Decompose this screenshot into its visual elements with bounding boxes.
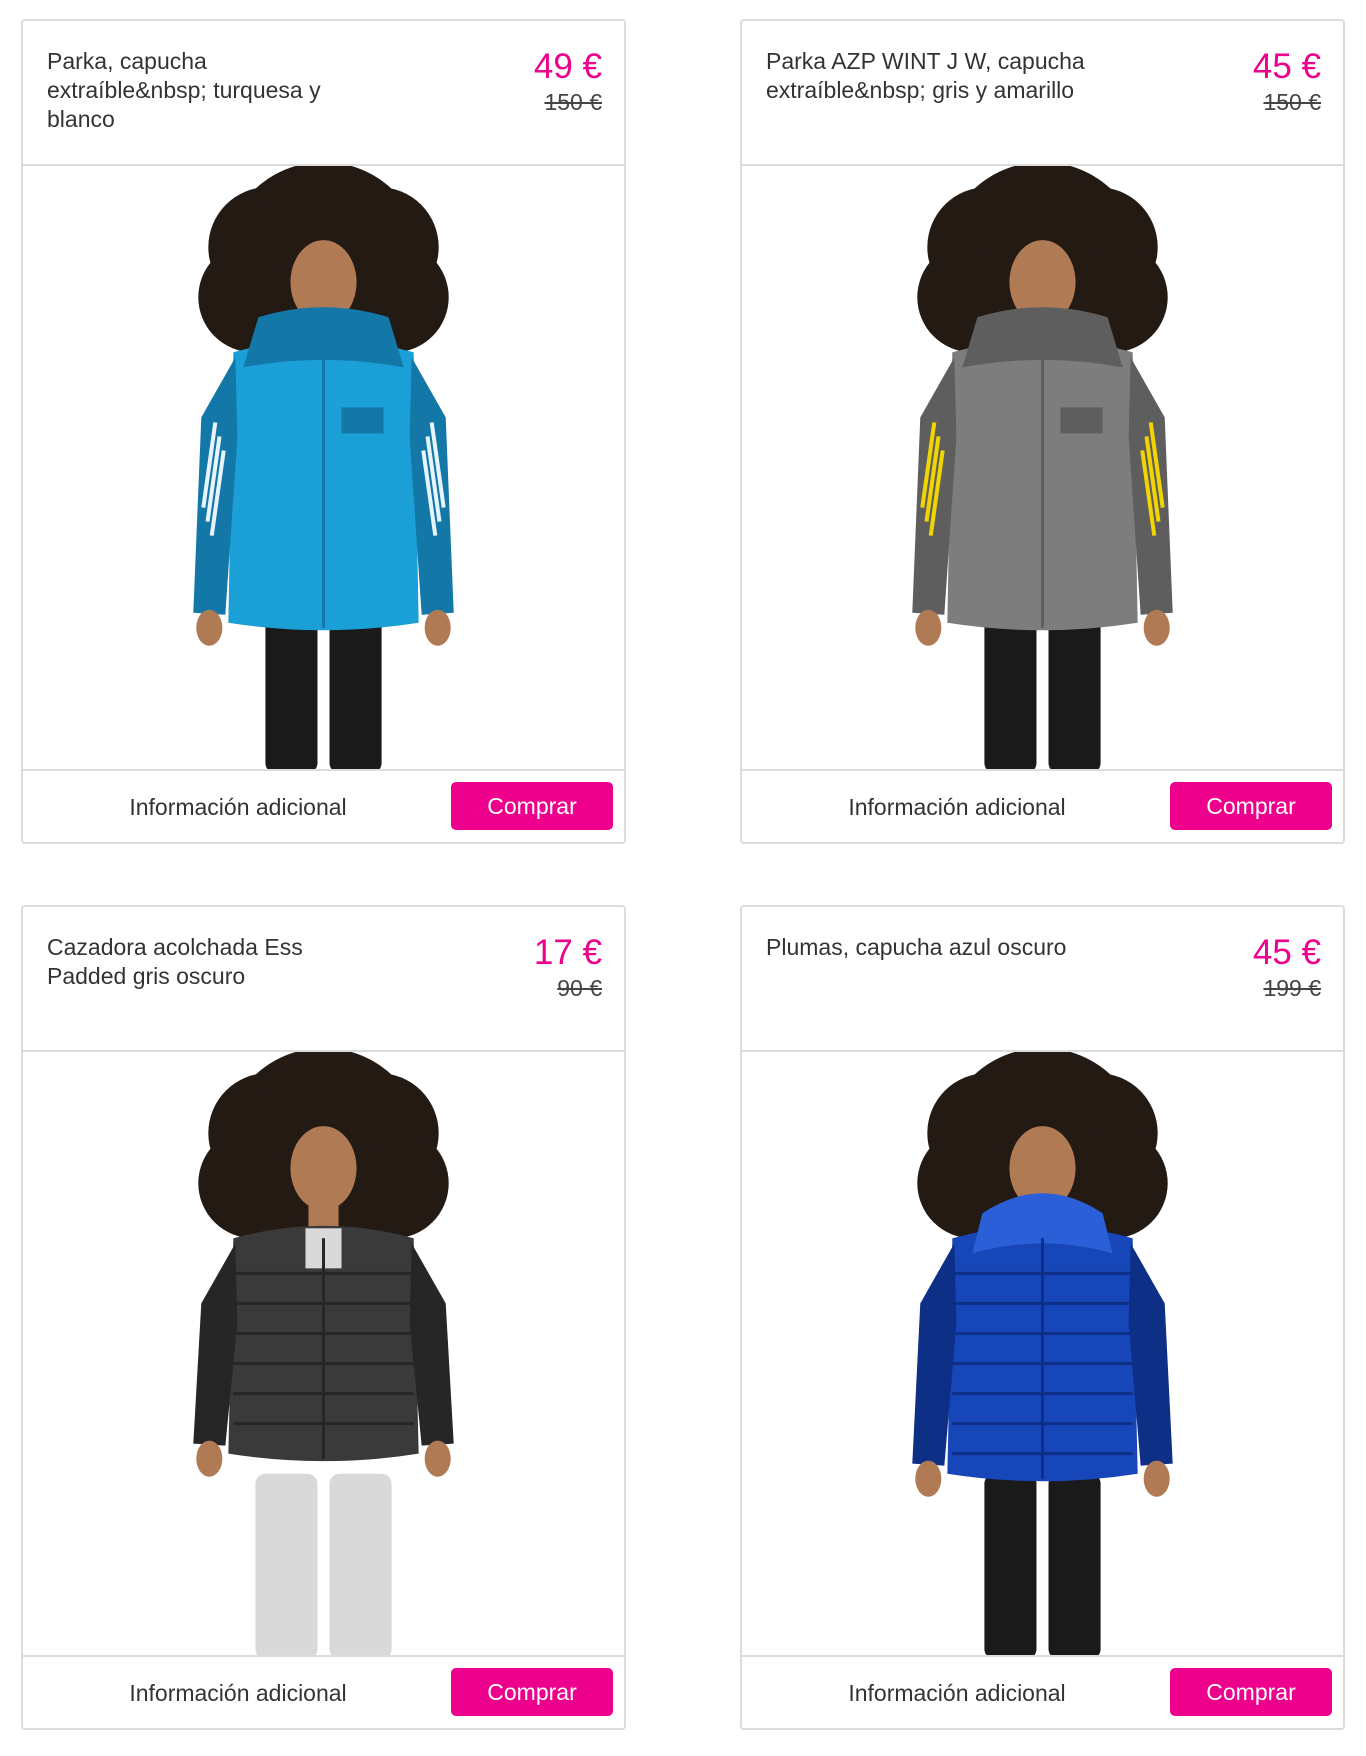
product-card: Parka, capucha extraíble&nbsp; turquesa … [21,19,626,844]
model-illustration [193,1052,454,1655]
buy-button[interactable]: Comprar [451,1668,613,1716]
price-block: 45 € 150 € [1253,47,1321,117]
original-price: 150 € [1263,89,1321,115]
more-info-link[interactable]: Información adicional [23,771,453,842]
more-info-link[interactable]: Información adicional [742,771,1172,842]
buy-button[interactable]: Comprar [1170,782,1332,830]
product-card-header: Parka AZP WINT J W, capucha extraíble&nb… [742,21,1343,166]
product-card-footer: Información adicional Comprar [23,1655,624,1728]
original-price: 150 € [544,89,602,115]
model-illustration [912,166,1173,769]
product-image[interactable] [742,166,1343,769]
product-card-header: Parka, capucha extraíble&nbsp; turquesa … [23,21,624,166]
product-title[interactable]: Plumas, capucha azul oscuro [766,933,1086,962]
product-card-footer: Información adicional Comprar [742,1655,1343,1728]
product-grid: Parka, capucha extraíble&nbsp; turquesa … [0,0,1366,1756]
product-image[interactable] [23,166,624,769]
product-title[interactable]: Cazadora acolchada Ess Padded gris oscur… [47,933,367,991]
buy-button[interactable]: Comprar [451,782,613,830]
product-card: Plumas, capucha azul oscuro 45 € 199 € I… [740,905,1345,1730]
product-card-footer: Información adicional Comprar [23,769,624,842]
product-image[interactable] [742,1052,1343,1655]
product-card: Parka AZP WINT J W, capucha extraíble&nb… [740,19,1345,844]
product-title[interactable]: Parka AZP WINT J W, capucha extraíble&nb… [766,47,1086,105]
product-image[interactable] [23,1052,624,1655]
product-card: Cazadora acolchada Ess Padded gris oscur… [21,905,626,1730]
product-card-footer: Información adicional Comprar [742,769,1343,842]
model-illustration [193,166,454,769]
price-block: 17 € 90 € [534,933,602,1003]
price-block: 49 € 150 € [534,47,602,117]
buy-button[interactable]: Comprar [1170,1668,1332,1716]
product-card-header: Plumas, capucha azul oscuro 45 € 199 € [742,907,1343,1052]
model-illustration [912,1052,1173,1655]
current-price: 49 € [533,47,602,86]
price-block: 45 € 199 € [1253,933,1321,1003]
original-price: 90 € [557,975,602,1001]
product-card-header: Cazadora acolchada Ess Padded gris oscur… [23,907,624,1052]
current-price: 17 € [533,933,602,972]
more-info-link[interactable]: Información adicional [23,1657,453,1728]
more-info-link[interactable]: Información adicional [742,1657,1172,1728]
product-title[interactable]: Parka, capucha extraíble&nbsp; turquesa … [47,47,367,134]
current-price: 45 € [1252,47,1321,86]
original-price: 199 € [1263,975,1321,1001]
current-price: 45 € [1252,933,1321,972]
